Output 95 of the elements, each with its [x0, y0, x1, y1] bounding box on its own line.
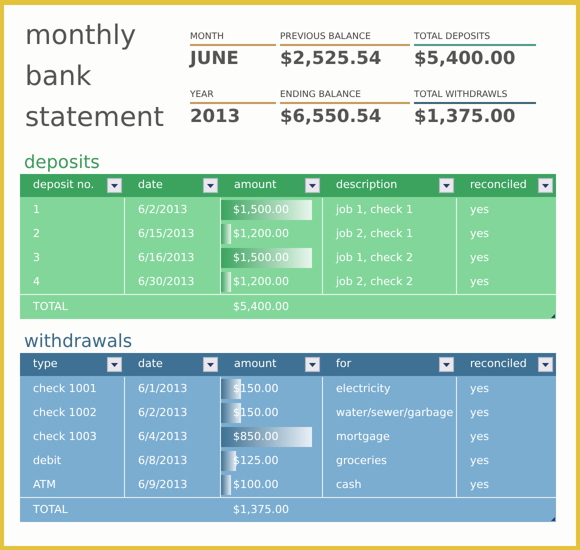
- table-cell-text: $100.00: [232, 476, 278, 493]
- column-header: description: [336, 177, 398, 194]
- summary-label: TOTAL WITHDRAWLS: [414, 88, 508, 100]
- table-cell-text: job 1, check 1: [336, 202, 413, 218]
- summary-value: JUNE: [190, 47, 240, 71]
- filter-dropdown-button[interactable]: [203, 357, 218, 372]
- table-cell-text: 6/15/2013: [138, 226, 194, 242]
- title-text: bank: [25, 60, 92, 94]
- table-cell-text: mortgage: [336, 428, 390, 445]
- filter-dropdown-button[interactable]: [439, 357, 454, 372]
- filter-dropdown-button[interactable]: [439, 178, 454, 193]
- table-cell-text: yes: [470, 476, 490, 493]
- table-cell-text: 1: [33, 202, 40, 218]
- summary-value: $5,400.00: [414, 47, 516, 71]
- summary-label: TOTAL DEPOSITS: [414, 31, 492, 43]
- table-cell-text: $1,500.00: [232, 202, 289, 218]
- filter-dropdown-button[interactable]: [107, 178, 122, 193]
- table-cell-text: 6/4/2013: [138, 428, 188, 445]
- table-cell-text: 6/1/2013: [138, 380, 188, 397]
- table-cell-text: electricity: [336, 380, 390, 397]
- summary-value: $1,375.00: [414, 104, 516, 128]
- column-header: amount: [234, 177, 276, 194]
- table-cell-text: check 1001: [33, 380, 97, 397]
- column-header: amount: [234, 356, 276, 372]
- table-cell-text: yes: [470, 404, 490, 421]
- section-title: deposits: [23, 152, 101, 174]
- table-cell-text: debit: [33, 452, 62, 469]
- table-cell-text: 6/2/2013: [138, 202, 188, 218]
- caret-icon: [309, 184, 316, 188]
- table-cell-text: yes: [470, 250, 490, 266]
- caret-icon: [443, 362, 450, 366]
- table-cell-text: yes: [470, 202, 490, 218]
- total-amount: $1,375.00: [233, 502, 289, 516]
- table-cell-text: water/sewer/garbage: [336, 404, 454, 421]
- summary-value: $2,525.54: [280, 47, 382, 71]
- column-header: for: [336, 356, 352, 372]
- resize-handle-icon[interactable]: [551, 314, 555, 318]
- table-cell-text: yes: [470, 428, 490, 445]
- table-cell-text: check 1002: [33, 404, 97, 421]
- table-cell-text: yes: [470, 274, 490, 290]
- table-cell-text: $1,200.00: [232, 274, 289, 290]
- table-cell-text: check 1003: [33, 428, 97, 445]
- table-cell-text: 6/30/2013: [138, 274, 194, 290]
- caret-icon: [111, 184, 118, 188]
- filter-dropdown-button[interactable]: [305, 357, 320, 372]
- caret-icon: [309, 362, 316, 366]
- caret-icon: [207, 362, 214, 366]
- column-header: reconciled: [470, 356, 527, 372]
- column-header: reconciled: [470, 177, 527, 194]
- table-cell-text: ATM: [33, 476, 56, 493]
- table-cell-text: yes: [470, 380, 490, 397]
- title-text: statement: [25, 101, 166, 135]
- table-cell-text: 6/8/2013: [138, 452, 188, 469]
- filter-dropdown-button[interactable]: [538, 357, 553, 372]
- table-cell-text: yes: [470, 226, 490, 242]
- table-cell-text: 2: [33, 226, 40, 242]
- table-cell-text: 6/2/2013: [138, 404, 188, 421]
- total-label: TOTAL: [33, 300, 68, 313]
- filter-dropdown-button[interactable]: [107, 357, 122, 372]
- table-cell-text: $850.00: [232, 428, 278, 445]
- column-header: type: [33, 356, 58, 372]
- table-cell-text: yes: [470, 452, 490, 469]
- filter-dropdown-button[interactable]: [305, 178, 320, 193]
- summary-label: ENDING BALANCE: [280, 88, 362, 100]
- table-cell-text: job 2, check 1: [336, 226, 413, 242]
- summary-label: MONTH: [190, 31, 225, 43]
- table-cell-text: 4: [33, 274, 40, 290]
- caret-icon: [207, 184, 214, 188]
- summary-label: YEAR: [190, 88, 215, 100]
- table-cell-text: groceries: [336, 452, 387, 469]
- table-cell-text: job 1, check 2: [336, 250, 413, 266]
- total-label: TOTAL: [33, 502, 68, 516]
- filter-dropdown-button[interactable]: [203, 178, 218, 193]
- table-cell-text: 6/9/2013: [138, 476, 188, 493]
- caret-icon: [542, 184, 549, 188]
- column-header: date: [138, 177, 163, 194]
- summary-value: 2013: [190, 104, 242, 128]
- caret-icon: [542, 362, 549, 366]
- table-cell-text: 6/16/2013: [138, 250, 194, 266]
- summary-value: $6,550.54: [280, 104, 382, 128]
- title-text: monthly: [25, 19, 138, 53]
- total-amount: $5,400.00: [233, 300, 289, 313]
- caret-icon: [111, 362, 118, 366]
- column-header: deposit no.: [33, 177, 94, 194]
- column-header: date: [138, 356, 163, 372]
- table-cell-text: job 2, check 2: [336, 274, 413, 290]
- summary-label: PREVIOUS BALANCE: [280, 31, 372, 43]
- table-cell-text: $1,500.00: [232, 250, 289, 266]
- table-cell-text: $1,200.00: [232, 226, 289, 242]
- table-cell-text: 3: [33, 250, 40, 266]
- filter-dropdown-button[interactable]: [538, 178, 553, 193]
- section-title: withdrawals: [23, 331, 134, 353]
- table-cell-text: cash: [336, 476, 362, 493]
- caret-icon: [443, 184, 450, 188]
- resize-handle-icon[interactable]: [551, 517, 555, 521]
